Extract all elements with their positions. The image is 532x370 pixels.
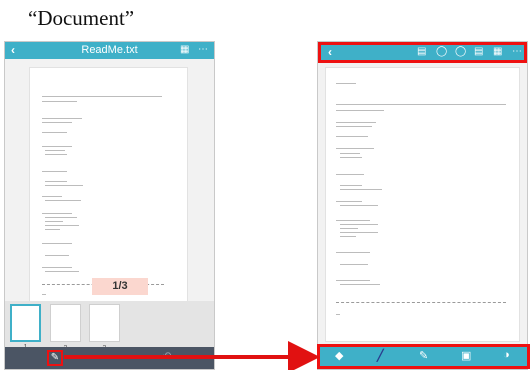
- transition-arrow: [64, 341, 320, 370]
